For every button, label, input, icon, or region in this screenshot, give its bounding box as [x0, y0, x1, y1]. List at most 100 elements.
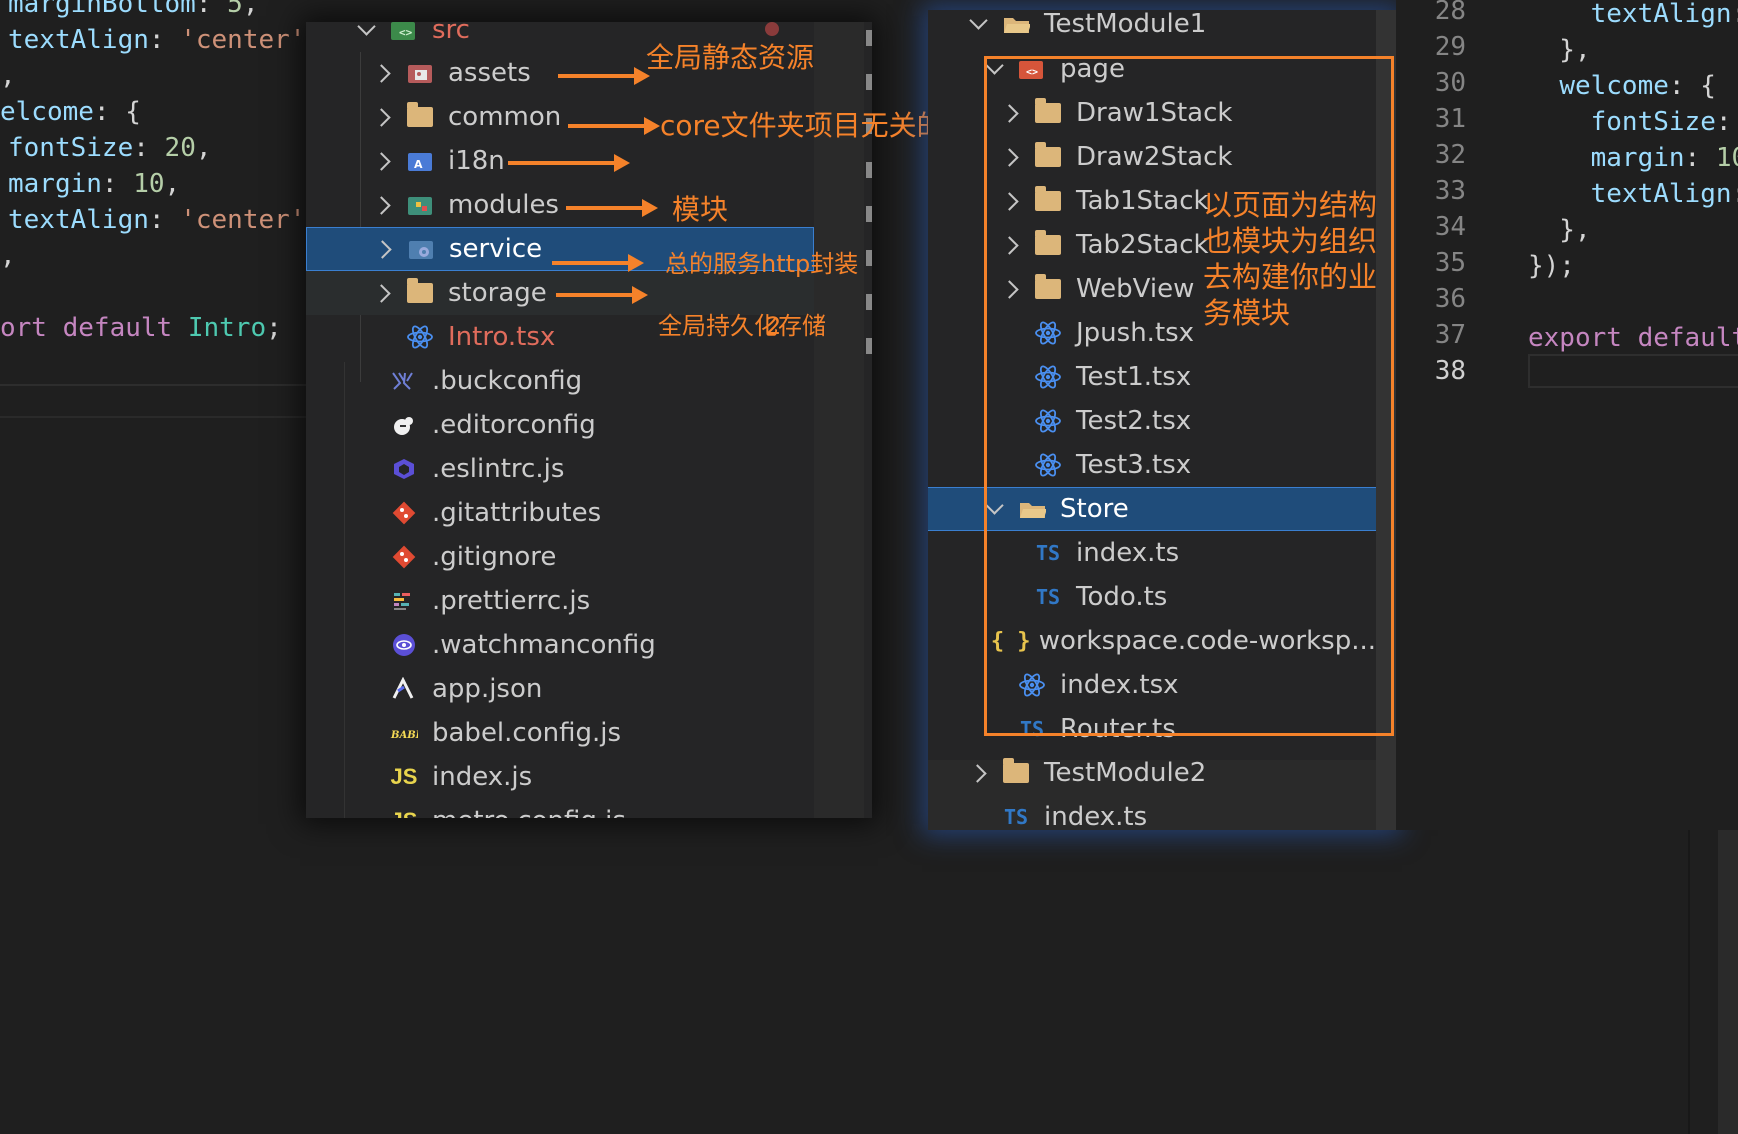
service-folder-icon: [407, 237, 435, 261]
babel-icon: BABEL: [390, 721, 418, 745]
code-token: : {: [1668, 71, 1716, 101]
code-line: fontSize: 20,: [8, 130, 212, 166]
tree-item-label: i18n: [448, 146, 505, 176]
code-token: 5: [227, 0, 243, 19]
code-token: margin: [1590, 143, 1685, 173]
tree-file-babel-config-js[interactable]: BABEL babel.config.js: [306, 711, 866, 755]
tree-file-index-js[interactable]: JS index.js: [306, 755, 866, 799]
chevron-right-icon[interactable]: [372, 151, 392, 171]
tree-item-label: service: [449, 234, 543, 264]
annotation-storage: 全局持久化存储: [658, 312, 826, 340]
ts-badge: TS: [1003, 805, 1029, 829]
annotation-arrow-common: [568, 117, 660, 135]
tree-folder-modules[interactable]: modules: [306, 183, 866, 227]
chevron-right-icon[interactable]: [372, 63, 392, 83]
tree-folder-testmodule1[interactable]: TestModule1: [928, 10, 1376, 46]
code-line: textAlign: 'center',: [8, 22, 321, 58]
tree-item-label: .gitattributes: [432, 498, 602, 528]
code-token: textAlign: [8, 205, 149, 235]
right-code-editor: 28 textAlign: 29 }, 30 welcome: {31 fontSi…: [1396, 0, 1738, 830]
code-token: ,: [164, 169, 181, 199]
tree-item-label: .prettierrc.js: [432, 586, 591, 616]
tree-item-label: assets: [448, 58, 531, 88]
tree-file-gitattributes[interactable]: .gitattributes: [306, 491, 866, 535]
edge-tick: [866, 30, 872, 46]
current-line-box: [1528, 354, 1738, 388]
tree-file-watchmanconfig[interactable]: .watchmanconfig: [306, 623, 866, 667]
code-line: elcome: {: [0, 94, 141, 130]
code-token: 'center': [180, 25, 306, 55]
code-token: ort default: [0, 313, 188, 343]
code-token: ,: [242, 0, 259, 19]
tree-file-prettierrc-js[interactable]: .prettierrc.js: [306, 579, 866, 623]
tree-item-label: index.js: [432, 762, 533, 792]
code-line: });: [1528, 248, 1575, 284]
js-badge: JS: [390, 764, 418, 789]
ts-icon: TS: [1002, 805, 1030, 829]
tree-folder-testmodule2[interactable]: TestModule2: [928, 751, 1376, 795]
chevron-down-icon[interactable]: [356, 22, 376, 40]
tree-item-label: index.ts: [1044, 802, 1148, 830]
annotation-arrow-service: [552, 254, 644, 272]
tree-item-label: .gitignore: [432, 542, 557, 572]
tree-file-gitignore[interactable]: .gitignore: [306, 535, 866, 579]
folder-shape: [1003, 758, 1029, 783]
tree-item-label: modules: [448, 190, 559, 220]
expo-icon: [390, 677, 418, 701]
code-token: :: [1715, 107, 1732, 137]
tree-item-label: .buckconfig: [432, 366, 583, 396]
svg-text:A: A: [414, 158, 423, 171]
tree-file-app-json[interactable]: app.json: [306, 667, 866, 711]
code-token: :: [195, 0, 228, 19]
edge-tick: [866, 294, 872, 310]
code-token: },: [1528, 215, 1591, 245]
code-token: elcome: [0, 97, 94, 127]
code-line: fontSize: 2: [1528, 104, 1738, 140]
assets-folder-icon: [406, 61, 434, 85]
chevron-down-icon[interactable]: [968, 14, 988, 34]
tree-file-eslintrc-js[interactable]: .eslintrc.js: [306, 447, 866, 491]
code-token: ,: [0, 241, 16, 271]
code-token: :: [148, 25, 181, 55]
folder-shape: [407, 278, 433, 303]
tree-file-root-index[interactable]: TS index.ts: [928, 795, 1376, 830]
tree-file-metro-config-js[interactable]: JS metro.config.js: [306, 799, 866, 818]
tree-item-label: .eslintrc.js: [432, 454, 565, 484]
code-line: margin: 10,: [1528, 140, 1738, 176]
line-number: 28: [1434, 0, 1466, 26]
code-token: ;: [266, 313, 282, 343]
code-token: :: [1684, 143, 1716, 173]
line-number: 34: [1434, 212, 1466, 242]
tree-item-label: TestModule2: [1044, 758, 1207, 788]
tree-item-label: Intro.tsx: [448, 322, 556, 352]
js-badge: JS: [391, 808, 418, 818]
chevron-right-icon[interactable]: [372, 107, 392, 127]
chevron-right-icon[interactable]: [372, 195, 392, 215]
folder-icon: [406, 102, 434, 129]
chevron-right-icon[interactable]: [968, 763, 988, 783]
git-icon: [390, 501, 418, 525]
tree-item-label: common: [448, 102, 562, 132]
tree-item-label: TestModule1: [1044, 10, 1207, 39]
buck-icon: [390, 369, 418, 393]
chevron-right-icon[interactable]: [372, 283, 392, 303]
code-token: 10: [133, 169, 165, 199]
code-token: textAlign: [1590, 0, 1732, 29]
code-token: welcome: [1559, 71, 1669, 101]
tree-file-buckconfig[interactable]: .buckconfig: [306, 359, 866, 403]
annotation-arrow-i18n: [508, 154, 630, 172]
prettier-icon: [390, 589, 418, 613]
annotation-page-line: 务模块: [1203, 296, 1291, 330]
code-token: :: [101, 169, 134, 199]
tree-file-editorconfig[interactable]: .editorconfig: [306, 403, 866, 447]
line-number: 29: [1434, 32, 1466, 62]
editorconfig-icon: [390, 413, 418, 437]
tree-item-label: app.json: [432, 674, 543, 704]
code-line: },: [1528, 212, 1591, 248]
js-icon: JS: [390, 808, 418, 818]
folder-shape: [407, 102, 433, 127]
chevron-right-icon[interactable]: [373, 239, 393, 259]
code-line: export default: [1528, 320, 1738, 356]
git-icon: [390, 545, 418, 569]
